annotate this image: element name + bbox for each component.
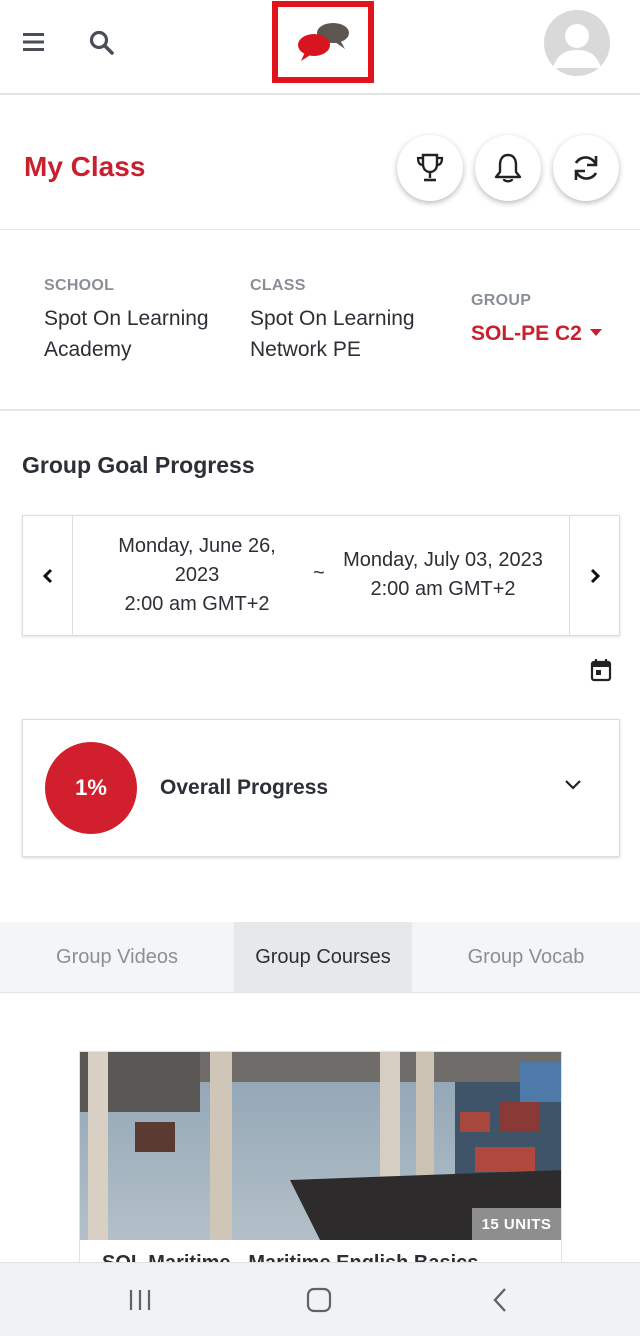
class-name: Spot On Learning Network PE bbox=[250, 303, 415, 365]
school-label: SCHOOL bbox=[44, 277, 115, 294]
my-class-header: My Class bbox=[0, 97, 640, 230]
range-separator: ~ bbox=[313, 562, 325, 584]
progress-percent-badge: 1% bbox=[45, 742, 137, 834]
tab-group-vocab[interactable]: Group Vocab bbox=[412, 922, 640, 992]
tab-group-videos[interactable]: Group Videos bbox=[0, 922, 234, 992]
bell-icon bbox=[494, 153, 522, 183]
class-name-line: Spot On Learning bbox=[250, 307, 415, 330]
top-app-bar bbox=[0, 0, 640, 95]
search-icon[interactable] bbox=[88, 29, 116, 57]
refresh-icon bbox=[574, 156, 598, 180]
home-icon[interactable] bbox=[289, 1263, 349, 1336]
app-logo[interactable] bbox=[272, 1, 374, 83]
notifications-button[interactable] bbox=[475, 135, 541, 201]
trophy-button[interactable] bbox=[397, 135, 463, 201]
group-value: SOL-PE C2 bbox=[471, 322, 582, 345]
school-name-line: Spot On Learning bbox=[44, 307, 209, 330]
hamburger-menu-icon[interactable] bbox=[22, 30, 46, 54]
android-navigation-bar bbox=[0, 1262, 640, 1336]
user-avatar-icon bbox=[544, 10, 610, 76]
progress-label: Overall Progress bbox=[160, 776, 329, 799]
class-info-section: SCHOOL Spot On Learning Academy CLASS Sp… bbox=[0, 231, 640, 411]
school-name: Spot On Learning Academy bbox=[44, 303, 209, 365]
chevron-right-icon bbox=[590, 568, 600, 583]
school-name-line: Academy bbox=[44, 338, 132, 361]
tab-group-courses[interactable]: Group Courses bbox=[234, 922, 412, 992]
course-card[interactable]: 15 UNITS SOL Maritime - Maritime English… bbox=[79, 1051, 562, 1291]
group-label: GROUP bbox=[471, 292, 532, 309]
group-tabs: Group Videos Group Courses Group Vocab bbox=[0, 922, 640, 993]
chevron-down-icon[interactable] bbox=[563, 778, 583, 797]
start-date-line: 2:00 am GMT+2 bbox=[124, 593, 270, 615]
class-name-line: Network PE bbox=[250, 338, 361, 361]
class-label: CLASS bbox=[250, 277, 306, 294]
trophy-icon bbox=[416, 153, 444, 182]
section-title: Group Goal Progress bbox=[22, 452, 255, 478]
chevron-left-icon bbox=[42, 568, 52, 583]
previous-period-button[interactable] bbox=[23, 516, 73, 635]
date-range-selector: Monday, June 26, 2023 2:00 am GMT+2 ~ Mo… bbox=[22, 515, 620, 636]
caret-down-icon bbox=[589, 328, 602, 336]
start-date: Monday, June 26, 2023 2:00 am GMT+2 bbox=[97, 532, 297, 619]
start-date-line: Monday, June 26, bbox=[118, 535, 276, 557]
page-title: My Class bbox=[24, 151, 146, 182]
calendar-icon[interactable] bbox=[590, 658, 612, 682]
end-date-line: Monday, July 03, 2023 bbox=[343, 549, 543, 571]
group-dropdown[interactable]: SOL-PE C2 bbox=[471, 322, 602, 346]
end-date-line: 2:00 am GMT+2 bbox=[370, 578, 516, 600]
start-date-line: 2023 bbox=[174, 564, 220, 586]
chat-bubbles-logo-icon bbox=[298, 23, 349, 61]
units-badge: 15 UNITS bbox=[472, 1208, 561, 1240]
back-icon[interactable] bbox=[470, 1263, 530, 1336]
refresh-button[interactable] bbox=[553, 135, 619, 201]
end-date: Monday, July 03, 2023 2:00 am GMT+2 bbox=[335, 546, 551, 604]
recent-apps-icon[interactable] bbox=[110, 1263, 170, 1336]
overall-progress-card[interactable]: 1% Overall Progress bbox=[22, 719, 620, 857]
next-period-button[interactable] bbox=[569, 516, 619, 635]
user-avatar[interactable] bbox=[544, 10, 610, 76]
